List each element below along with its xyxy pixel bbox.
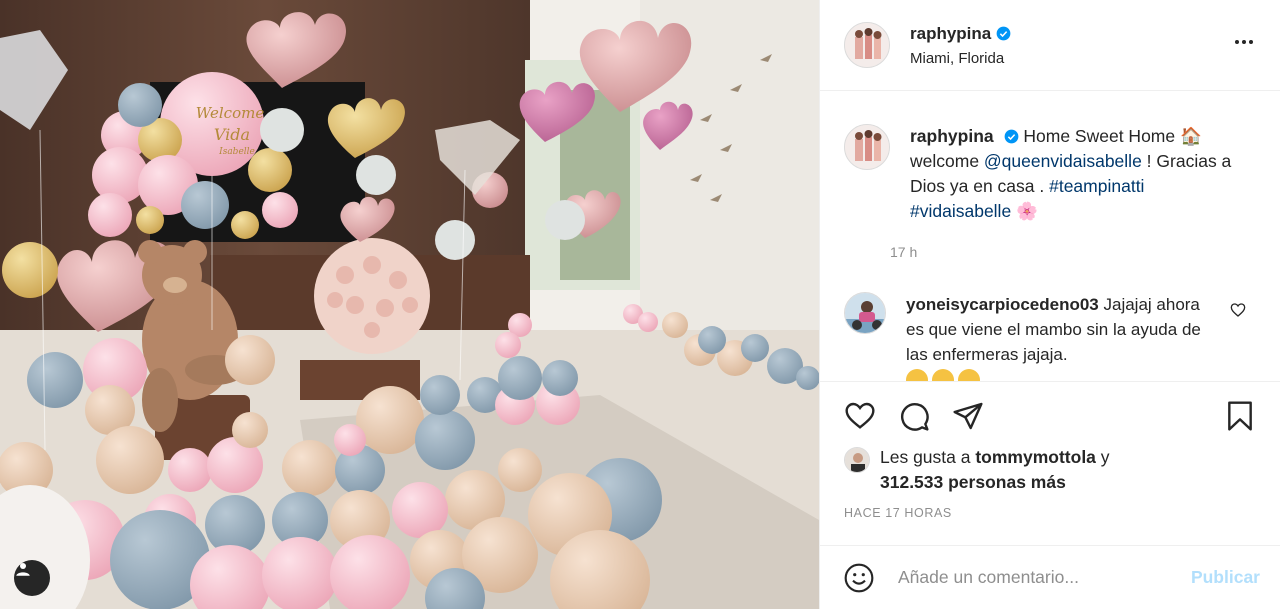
laughing-emoji-icon: [958, 369, 980, 381]
balloon-text-name: Vida: [214, 125, 250, 144]
caption-avatar-image: [845, 125, 889, 169]
publish-button[interactable]: Publicar: [1191, 567, 1260, 588]
more-options-icon: [1235, 40, 1253, 44]
post-photo-illustration: Welcome Vida Isabelle: [0, 0, 819, 609]
caption: raphypina Home Sweet Home 🏠 welcome @que…: [844, 92, 1256, 260]
liker-username[interactable]: tommymottola: [975, 447, 1096, 467]
comment-emoji-row: [906, 369, 1206, 381]
liker-avatar[interactable]: [844, 447, 870, 473]
comments-list[interactable]: raphypina Home Sweet Home 🏠 welcome @que…: [820, 92, 1280, 381]
comment-input[interactable]: [898, 567, 1191, 588]
share-icon: [953, 402, 983, 430]
caption-avatar[interactable]: [844, 124, 890, 170]
likes-text: Les gusta a tommymottola y 312.533 perso…: [880, 445, 1110, 495]
author-avatar-image: [845, 23, 889, 67]
likes-summary: Les gusta a tommymottola y 312.533 perso…: [844, 445, 1264, 495]
emoji-picker-button[interactable]: [842, 561, 876, 595]
caption-text: raphypina Home Sweet Home 🏠 welcome @que…: [910, 124, 1250, 224]
likes-mid: y: [1095, 447, 1110, 467]
post-photo[interactable]: Welcome Vida Isabelle: [0, 0, 819, 609]
like-button[interactable]: [840, 396, 880, 436]
balloon-text-welcome: Welcome: [196, 104, 265, 122]
hashtag-link-2[interactable]: #vidaisabelle: [910, 201, 1011, 221]
more-options-button[interactable]: [1232, 30, 1256, 60]
commenter-avatar-image: [845, 293, 885, 333]
caption-time[interactable]: 17 h: [890, 244, 1250, 260]
house-emoji: 🏠: [1179, 126, 1202, 146]
save-button[interactable]: [1220, 396, 1260, 436]
author-username[interactable]: raphypina: [910, 24, 1011, 44]
flower-emoji: 🌸: [1016, 201, 1038, 221]
post-side-panel: raphypina Miami, Florida raphypina Home …: [819, 0, 1280, 609]
heart-icon: [1230, 303, 1246, 317]
post-header: raphypina Miami, Florida: [820, 0, 1280, 91]
bookmark-icon: [1228, 401, 1252, 431]
caption-verified-badge-icon: [1004, 129, 1018, 144]
caption-username[interactable]: raphypina: [910, 126, 994, 146]
heart-icon: [845, 402, 875, 429]
comment-like-button[interactable]: [1230, 302, 1246, 323]
smiley-icon: [844, 563, 874, 592]
balloon-text-surname: Isabelle: [218, 147, 255, 157]
caption-text-2: welcome: [910, 151, 984, 171]
comment-icon: [901, 403, 929, 431]
likes-prefix: Les gusta a: [880, 447, 976, 467]
post-location[interactable]: Miami, Florida: [910, 50, 1232, 67]
hashtag-link-1[interactable]: #teampinatti: [1049, 176, 1144, 196]
comment-username[interactable]: yoneisycarpiocedeno03: [906, 295, 1099, 314]
add-comment-bar: Publicar: [820, 545, 1280, 609]
share-button[interactable]: [948, 396, 988, 436]
post-timestamp[interactable]: Hace 17 horas: [844, 506, 952, 520]
comment-button[interactable]: [894, 396, 934, 436]
post-actions: [820, 381, 1280, 451]
comment-item: yoneisycarpiocedeno03 Jajajaj ahora es q…: [844, 292, 1256, 381]
verified-badge-icon: [996, 26, 1011, 41]
likes-count[interactable]: 312.533 personas más: [880, 472, 1066, 492]
laughing-emoji-icon: [906, 369, 928, 381]
caption-text-1: Home Sweet Home: [1023, 126, 1180, 146]
tagged-users-button[interactable]: [14, 560, 50, 596]
mention-link[interactable]: @queenvidaisabelle: [984, 151, 1142, 171]
author-avatar[interactable]: [844, 22, 890, 68]
laughing-emoji-icon: [932, 369, 954, 381]
liker-avatar-image: [845, 448, 869, 472]
user-icon: [16, 563, 30, 576]
comment-body: yoneisycarpiocedeno03 Jajajaj ahora es q…: [906, 292, 1206, 381]
author-username-text[interactable]: raphypina: [910, 24, 991, 44]
commenter-avatar[interactable]: [844, 292, 886, 334]
